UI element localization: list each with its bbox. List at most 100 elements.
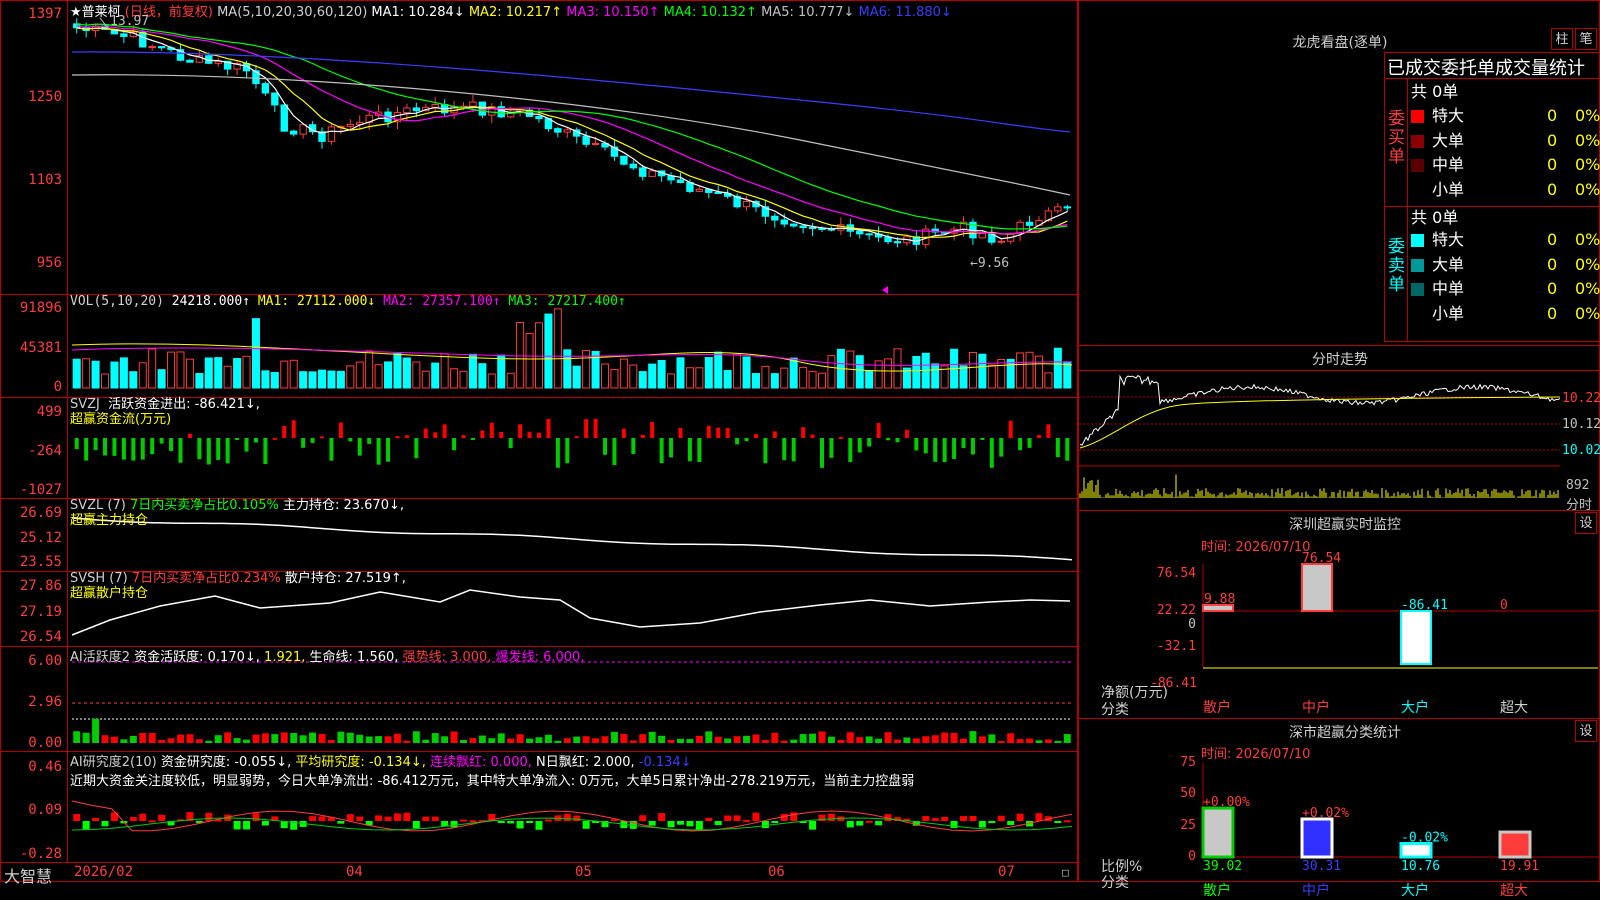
svzj-bar: [1036, 435, 1041, 438]
kline-candle: [978, 232, 987, 239]
svzj-bar: [187, 433, 192, 438]
kline-candle: [563, 129, 571, 133]
svzj-bar: [1008, 420, 1013, 438]
sz-classify-ytick: 25: [1180, 818, 1196, 833]
vol-bar: [459, 370, 468, 389]
ai-active-bar: [922, 736, 930, 743]
vol-bar: [789, 357, 798, 389]
ai-active-bar: [554, 740, 562, 743]
ai-active-bar: [997, 740, 1005, 743]
vol-bar: [817, 372, 827, 389]
vol-bar: [346, 365, 355, 389]
svzj-bar: [386, 438, 391, 462]
ma4-value: MA4: 10.132↑: [663, 5, 757, 20]
ai-research-bar: [507, 821, 515, 824]
scroll-marker-icon: [882, 286, 888, 294]
ai-research-bar: [450, 821, 458, 828]
svzj-bar: [565, 438, 570, 464]
sz-monitor-settings-button[interactable]: 设: [1575, 512, 1597, 534]
vol-bar: [893, 348, 902, 389]
svzj-bar: [140, 438, 145, 460]
svzj-bar: [980, 438, 985, 440]
vol-bar: [365, 350, 374, 389]
svzj-bar: [914, 438, 919, 451]
brand-label[interactable]: 大智慧: [4, 863, 52, 887]
ai-research-ytick: 0.09: [28, 802, 62, 818]
svzj-bar: [235, 438, 240, 440]
ai-active-bar: [214, 735, 222, 743]
xaxis-label: 06: [768, 864, 785, 880]
kline-candle: [620, 155, 628, 165]
svzj-bar: [970, 438, 975, 455]
ai-active-bar: [875, 738, 883, 743]
buy-color-swatch: [1411, 110, 1424, 123]
ai-active-bar: [771, 732, 779, 743]
ai-research-bar: [403, 812, 411, 821]
xaxis-label: 04: [346, 864, 363, 880]
svzj-bar: [518, 424, 523, 438]
vol-bar: [1034, 355, 1043, 389]
svzj-bar: [1027, 438, 1032, 448]
ai-research-bar: [516, 821, 524, 829]
svzj-bar: [650, 422, 655, 438]
kline-candle: [280, 104, 288, 132]
svzj-bar: [1018, 438, 1023, 451]
intraday-vol-tick: 892: [1566, 478, 1590, 493]
vol-bar: [412, 361, 421, 389]
ai-research-last: -0.134↓: [638, 755, 692, 770]
svzj-bar: [886, 438, 891, 441]
ai-research-bar: [941, 816, 949, 821]
svzj-bar: [753, 434, 758, 438]
buy-row-label: 中单: [1432, 155, 1465, 174]
sell-row-count: 0: [1547, 254, 1558, 274]
sell-row-pct: 0%: [1575, 230, 1600, 249]
svzj-bar: [433, 432, 438, 438]
kline-candle: [271, 92, 279, 106]
ai-research-bar: [73, 814, 81, 821]
svzj-bar: [631, 438, 636, 455]
kline-candle: [865, 233, 873, 236]
vol-bar: [638, 371, 647, 389]
ai-active-bar: [158, 740, 166, 743]
ai-research-ytick: 0.46: [28, 759, 62, 775]
sz-classify-settings-button[interactable]: 设: [1575, 720, 1597, 742]
svzj-bar: [442, 424, 447, 438]
ai-active-bar: [969, 731, 977, 743]
svzj-bar: [952, 438, 957, 460]
buy-color-swatch: [1411, 183, 1424, 197]
kline-candle: [261, 83, 270, 94]
ai-active-bar: [176, 734, 184, 743]
ai-research-bar: [1063, 820, 1071, 823]
ai-active-bar: [233, 738, 241, 743]
intraday-title[interactable]: 分时走势: [1290, 349, 1390, 369]
vol-bar: [884, 358, 893, 389]
ai-research-bar: [139, 813, 147, 821]
svzj-bar: [367, 438, 372, 444]
xaxis-label: 2026/02: [74, 864, 134, 880]
svzj-bar: [603, 438, 608, 455]
svzj-bar: [820, 438, 824, 468]
kline-candle: [789, 223, 798, 227]
vol-ma2: MA2: 27357.100↑: [383, 294, 501, 309]
ai-active-bar: [988, 734, 996, 743]
ai-active-bar: [82, 732, 90, 743]
svzj-value: 活跃资金进出: -86.421↓,: [108, 397, 260, 412]
ai-research-bar: [752, 812, 760, 821]
ai-active-bar: [224, 732, 232, 743]
bar-mode-button[interactable]: 柱: [1551, 28, 1573, 50]
ai-research-title: AI研究度2(10) 资金研究度: -0.055↓, 平均研究度: -0.134…: [70, 751, 692, 770]
svzj-bar: [669, 438, 674, 458]
kline-candle: [139, 31, 147, 48]
vol-ma3: MA3: 27217.400↑: [508, 294, 626, 309]
vol-value: 24218.000↑: [171, 294, 251, 309]
high-price-label: 13.97: [110, 14, 150, 29]
lock-icon[interactable]: □: [1062, 866, 1069, 879]
ai-active-bar: [318, 733, 326, 743]
svzl-name: SVZL (7): [70, 498, 126, 513]
vol-ytick: 0: [53, 379, 62, 395]
pen-mode-button[interactable]: 笔: [1575, 28, 1597, 50]
ai-active-bar: [563, 738, 571, 743]
chart-canvas[interactable]: [0, 0, 1078, 882]
ai-active-life: 生命线: 1.560,: [309, 650, 399, 665]
vol-bar: [695, 367, 704, 389]
